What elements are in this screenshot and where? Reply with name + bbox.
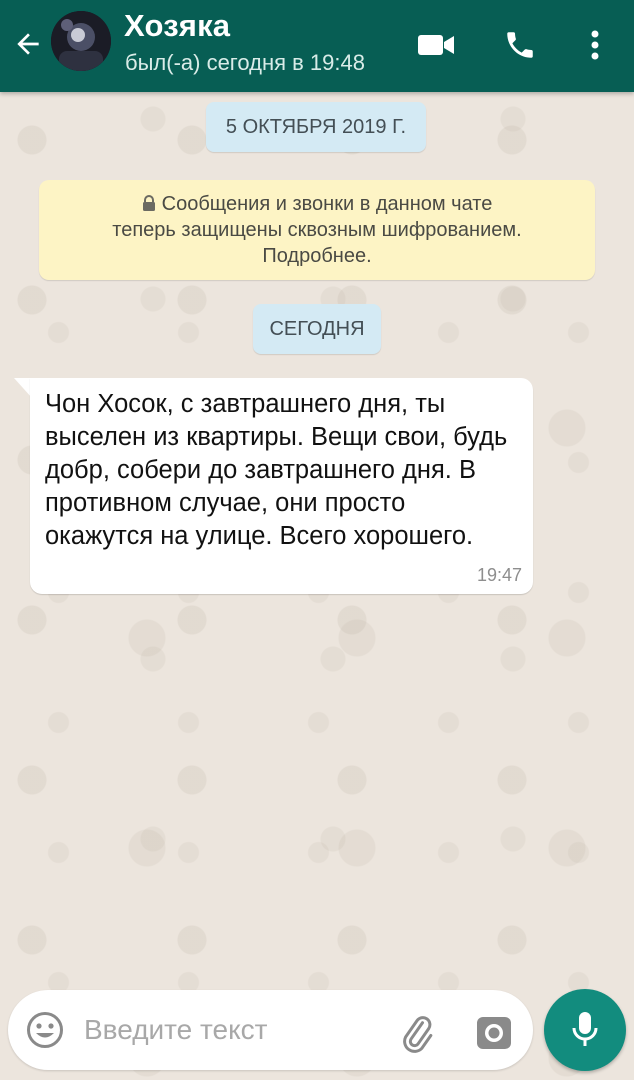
avatar-image xyxy=(51,11,111,71)
incoming-message[interactable]: Чон Хосок, с завтрашнего дня, ты выселен… xyxy=(30,378,533,594)
encryption-notice-text-2: теперь защищены сквозным шифрованием. xyxy=(112,219,522,241)
more-vertical-icon xyxy=(591,30,599,60)
phone-icon xyxy=(507,32,533,58)
encryption-notice[interactable]: Сообщения и звонки в данном чате теперь … xyxy=(39,180,595,280)
camera-button[interactable] xyxy=(472,1010,516,1054)
contact-name[interactable]: Хозяка xyxy=(124,8,230,44)
video-camera-icon xyxy=(418,35,454,55)
chat-header: Хозяка был(-а) сегодня в 19:48 xyxy=(0,0,634,92)
more-options-button[interactable] xyxy=(573,22,617,68)
encryption-notice-line: Сообщения и звонки в данном чате xyxy=(39,191,595,217)
voice-call-button[interactable] xyxy=(497,22,543,68)
encryption-notice-learn-more[interactable]: Подробнее. xyxy=(39,243,595,269)
message-composer xyxy=(8,990,533,1070)
lock-icon xyxy=(142,195,155,211)
message-text: Чон Хосок, с завтрашнего дня, ты выселен… xyxy=(45,390,508,550)
today-chip: СЕГОДНЯ xyxy=(253,304,381,354)
back-button[interactable] xyxy=(8,24,48,64)
camera-icon xyxy=(477,1017,511,1049)
avatar[interactable] xyxy=(51,11,111,71)
video-call-button[interactable] xyxy=(413,22,459,68)
last-seen-status: был(-а) сегодня в 19:48 xyxy=(125,50,365,75)
encryption-notice-text-1: Сообщения и звонки в данном чате xyxy=(161,193,493,215)
paperclip-icon xyxy=(403,1016,433,1053)
microphone-icon xyxy=(572,1012,598,1046)
date-chip: 5 ОКТЯБРЯ 2019 Г. xyxy=(206,102,426,152)
voice-message-button[interactable] xyxy=(544,989,626,1071)
emoji-icon xyxy=(27,1012,63,1048)
arrow-left-icon xyxy=(17,33,39,55)
message-timestamp: 19:47 xyxy=(476,565,522,585)
message-input[interactable] xyxy=(84,1008,374,1052)
attach-button[interactable] xyxy=(394,1010,438,1054)
emoji-button[interactable] xyxy=(25,1010,65,1050)
